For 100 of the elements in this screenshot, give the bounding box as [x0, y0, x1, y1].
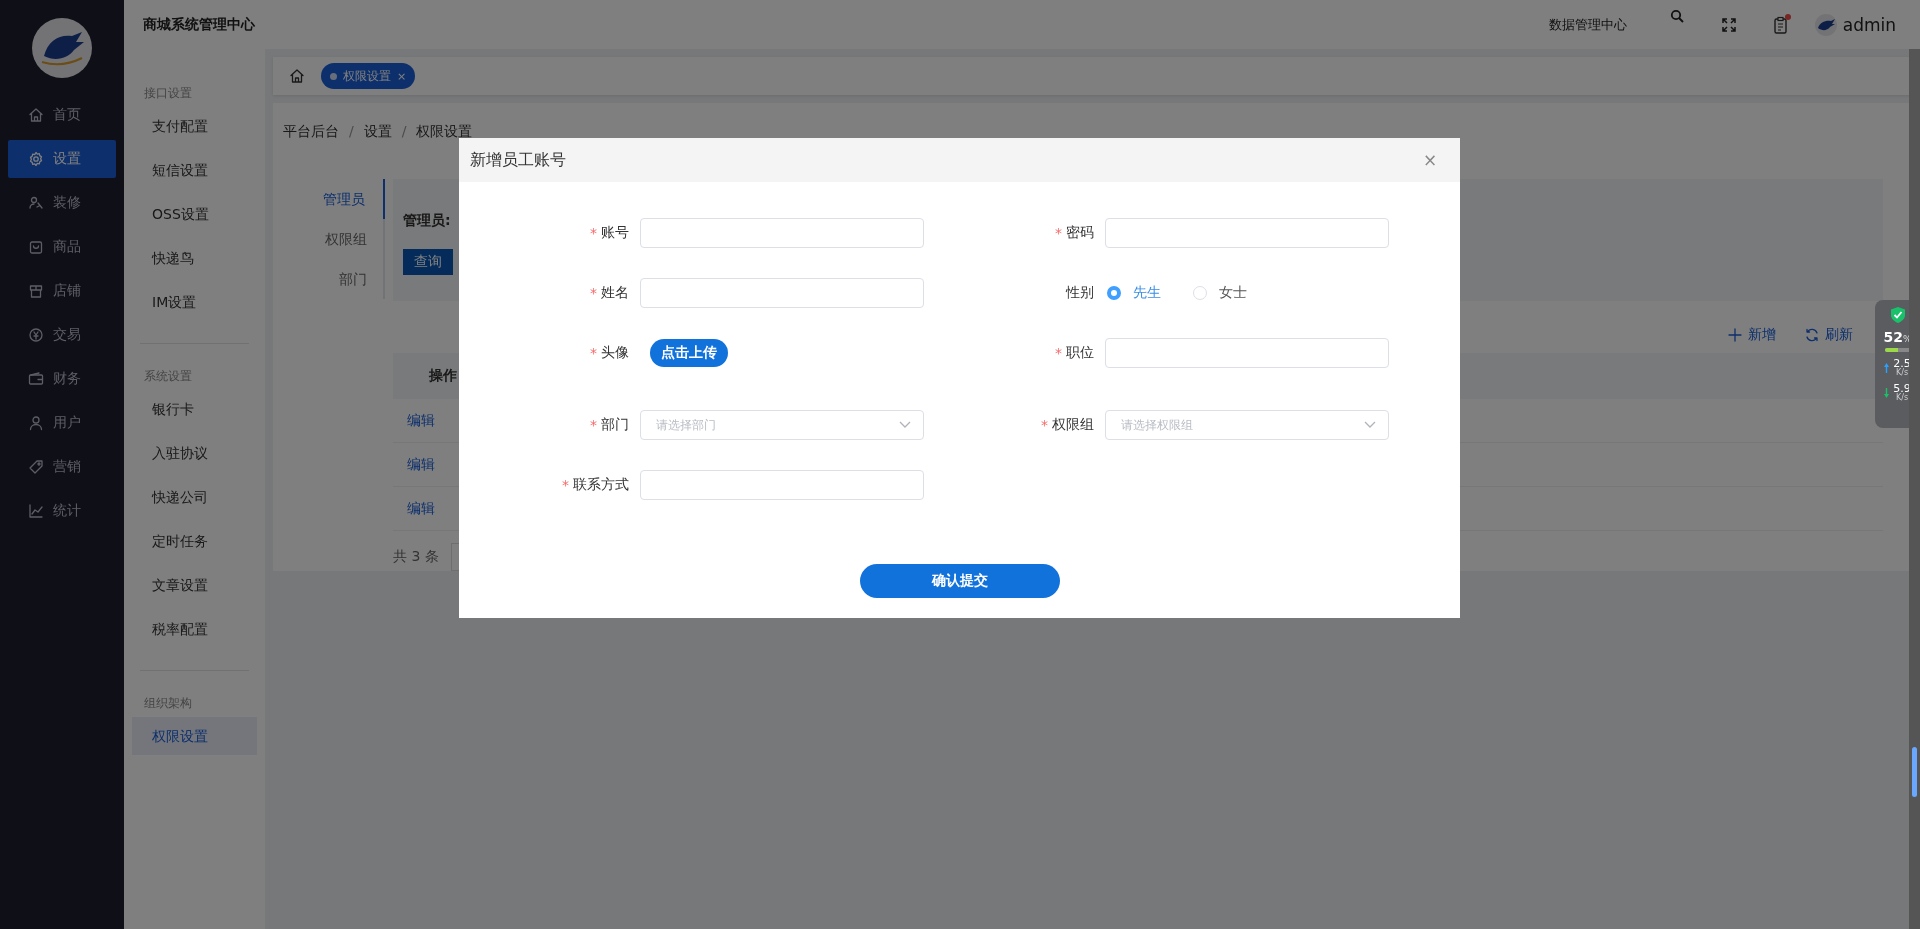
field-label: 姓名: [601, 284, 629, 302]
page-tab[interactable]: 权限设置 ×: [321, 63, 416, 89]
submenu-item[interactable]: OSS设置: [132, 195, 257, 233]
required-mark: *: [590, 345, 597, 361]
scrollbar-thumb[interactable]: [1912, 747, 1917, 797]
select-field[interactable]: 请选择权限组: [1105, 410, 1389, 440]
field-label: 部门: [601, 416, 629, 434]
input-field[interactable]: [1105, 218, 1389, 248]
submenu-item[interactable]: 入驻协议: [132, 434, 257, 472]
breadcrumb-item[interactable]: 平台后台: [283, 123, 339, 141]
submenu-item[interactable]: 文章设置: [132, 566, 257, 604]
breadcrumb-separator: /: [349, 123, 354, 141]
required-mark: *: [590, 285, 597, 301]
field-label: 联系方式: [573, 476, 629, 494]
select-field[interactable]: 请选择部门: [640, 410, 924, 440]
required-mark: *: [590, 417, 597, 433]
dialog-title: 新增员工账号: [470, 149, 566, 171]
arrow-down-icon: [1884, 387, 1890, 398]
close-button[interactable]: ×: [1420, 150, 1440, 170]
menu-item[interactable]: 商品: [8, 228, 116, 266]
chevron-down-icon: [1364, 421, 1376, 429]
arrow-up-icon: [1884, 362, 1890, 373]
input-field[interactable]: [640, 470, 924, 500]
submenu-item[interactable]: 税率配置: [132, 610, 257, 648]
house-icon: [289, 68, 305, 84]
table-link[interactable]: 编辑: [407, 411, 435, 430]
query-button[interactable]: 查询: [403, 249, 453, 275]
clipboard-icon: [1772, 15, 1789, 34]
radio-option[interactable]: 女士: [1193, 284, 1247, 302]
input-field[interactable]: [1105, 338, 1389, 368]
dot-icon: [330, 72, 337, 80]
total-count: 共 3 条: [393, 548, 439, 566]
field-label: 头像: [601, 344, 629, 362]
field-label: 权限组: [1052, 416, 1094, 434]
submenu-item[interactable]: 支付配置: [132, 107, 257, 145]
breadcrumb-separator: /: [401, 123, 407, 141]
speed-unit: K/s: [1895, 394, 1909, 402]
speed-value: 2.5: [1893, 358, 1911, 369]
breadcrumb-item[interactable]: 权限设置: [416, 123, 473, 141]
data-center-link[interactable]: 数据管理中心: [1548, 15, 1627, 34]
column-header: 操作: [429, 367, 457, 385]
side-tab[interactable]: 部门: [339, 259, 385, 299]
radio-option[interactable]: 先生: [1107, 284, 1161, 302]
usage-bar: [1884, 348, 1911, 352]
wallet-icon: [28, 371, 44, 387]
submenu-item[interactable]: 短信设置: [132, 151, 257, 189]
submenu-item[interactable]: 定时任务: [132, 522, 257, 560]
upload-button[interactable]: 点击上传: [650, 339, 728, 367]
menu-item[interactable]: 装修: [8, 184, 116, 222]
submenu-item[interactable]: IM设置: [132, 283, 257, 321]
submenu-item[interactable]: 银行卡: [132, 390, 257, 428]
action-button[interactable]: 刷新: [1804, 316, 1853, 353]
app-title: 商城系统管理中心: [143, 15, 255, 34]
search-icon: [1669, 9, 1684, 23]
menu-item[interactable]: 店铺: [8, 272, 116, 310]
submenu-item[interactable]: 权限设置: [132, 717, 257, 755]
submit-button[interactable]: 确认提交: [859, 564, 1060, 598]
house-icon: [28, 107, 44, 123]
required-mark: *: [1055, 225, 1062, 241]
field-label: 管理员:: [403, 212, 451, 230]
settings-icon: [28, 151, 44, 167]
field-label: 性别: [1066, 284, 1094, 302]
required-mark: *: [590, 225, 597, 241]
speed-unit: K/s: [1895, 369, 1909, 377]
refresh-icon: [1804, 326, 1820, 343]
field-label: 职位: [1066, 344, 1094, 362]
side-tab[interactable]: 权限组: [325, 219, 385, 259]
menu-item[interactable]: 用户: [8, 404, 116, 442]
menu-item[interactable]: 财务: [8, 360, 116, 398]
table-link[interactable]: 编辑: [407, 499, 435, 518]
user-icon: [28, 415, 44, 431]
table-link[interactable]: 编辑: [407, 455, 435, 474]
bag-icon: [28, 239, 44, 255]
percent-value: 52: [1883, 329, 1903, 345]
chart-icon: [28, 503, 44, 519]
shop-icon: [28, 283, 44, 299]
submenu-item[interactable]: 快递公司: [132, 478, 257, 516]
close-icon[interactable]: ×: [397, 69, 407, 83]
field-label: 账号: [601, 224, 629, 242]
submenu-item[interactable]: 快递鸟: [132, 239, 257, 277]
coin-icon: [28, 327, 44, 343]
people-icon: [28, 195, 44, 211]
username[interactable]: admin: [1842, 14, 1896, 35]
plus-icon: [1727, 326, 1743, 343]
required-mark: *: [562, 477, 569, 493]
menu-item[interactable]: 首页: [8, 96, 116, 134]
menu-item[interactable]: 统计: [8, 492, 116, 530]
breadcrumb-item[interactable]: 设置: [363, 123, 392, 141]
chevron-down-icon: [899, 421, 911, 429]
required-mark: *: [1041, 417, 1048, 433]
shield-check-icon: [1889, 306, 1906, 324]
menu-item[interactable]: 交易: [8, 316, 116, 354]
menu-item[interactable]: 设置: [8, 140, 116, 178]
tag-icon: [28, 459, 44, 475]
expand-icon: [1721, 17, 1736, 32]
side-tab[interactable]: 管理员: [323, 179, 385, 219]
action-button[interactable]: 新增: [1727, 316, 1776, 353]
menu-item[interactable]: 营销: [8, 448, 116, 486]
input-field[interactable]: [640, 278, 924, 308]
input-field[interactable]: [640, 218, 924, 248]
